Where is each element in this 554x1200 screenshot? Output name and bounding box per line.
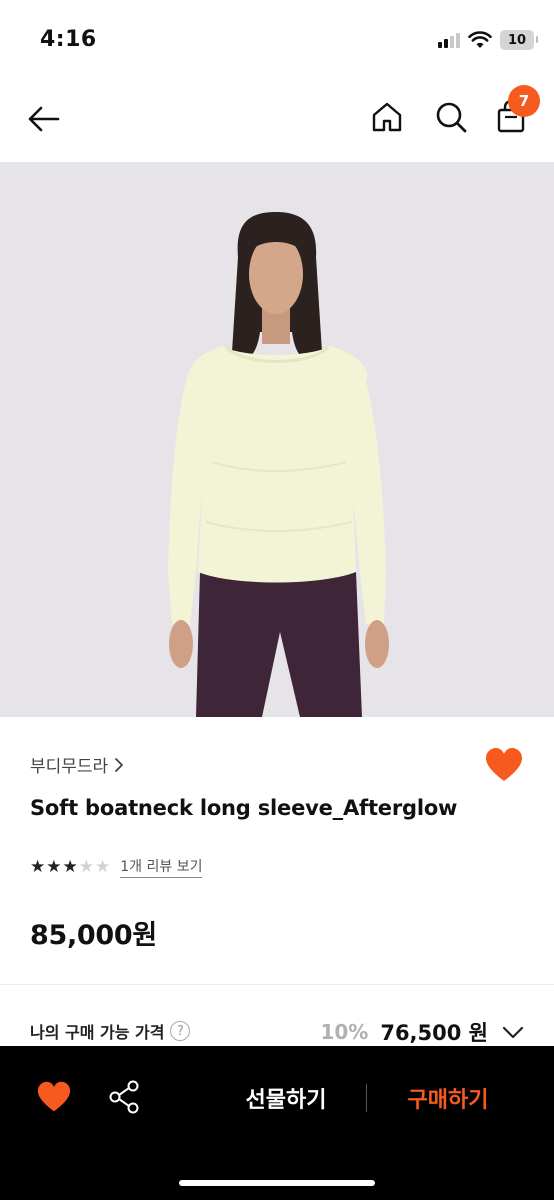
my-price-label: 나의 구매 가능 가격 ?: [30, 1019, 191, 1043]
discount-rate: 10%: [320, 1020, 369, 1044]
back-arrow-icon[interactable]: [24, 98, 66, 140]
wifi-icon: [468, 31, 492, 48]
question-icon[interactable]: ?: [170, 1021, 191, 1041]
status-bar: 4:16 10: [0, 0, 554, 80]
brand-link[interactable]: 부디무드라: [30, 752, 124, 777]
star-filled-icon: ★: [46, 857, 62, 877]
star-empty-icon: ★: [78, 857, 94, 877]
my-price-summary[interactable]: 10% 76,500 원: [320, 1017, 526, 1047]
star-filled-icon: ★: [62, 857, 78, 877]
chevron-right-icon: [115, 757, 124, 772]
share-icon[interactable]: [106, 1079, 142, 1115]
product-title: Soft boatneck long sleeve_Afterglow: [30, 796, 458, 820]
top-nav: [0, 80, 554, 162]
review-link[interactable]: 1개 리뷰 보기: [120, 856, 203, 878]
bottom-action-bar: 선물하기 구매하기: [0, 1046, 554, 1200]
gift-button[interactable]: 선물하기: [226, 1082, 346, 1114]
cart-count-badge: 7: [508, 85, 540, 117]
status-icons: 10: [438, 30, 538, 50]
star-empty-icon: ★: [95, 857, 111, 877]
discounted-price: 76,500 원: [380, 1021, 488, 1045]
status-time: 4:16: [40, 27, 97, 52]
product-price: 85,000원: [30, 920, 157, 951]
brand-name: 부디무드라: [30, 757, 109, 777]
home-icon[interactable]: [366, 96, 408, 138]
my-price-label-text: 나의 구매 가능 가격: [30, 1023, 165, 1042]
chevron-down-icon[interactable]: [500, 1019, 526, 1045]
wishlist-heart-icon[interactable]: [36, 1080, 72, 1114]
star-filled-icon: ★: [30, 857, 46, 877]
search-icon[interactable]: [430, 96, 472, 138]
rating: ★ ★ ★ ★ ★ 1개 리뷰 보기: [30, 856, 203, 878]
battery-level: 10: [507, 32, 527, 48]
separator: [366, 1084, 367, 1112]
divider: [0, 984, 554, 985]
model-photo: [0, 162, 554, 717]
wishlist-heart-icon[interactable]: [484, 746, 524, 786]
buy-button[interactable]: 구매하기: [390, 1082, 506, 1114]
home-indicator: [179, 1180, 375, 1186]
rating-stars: ★ ★ ★ ★ ★: [30, 857, 110, 877]
cellular-signal-icon: [438, 32, 460, 48]
battery-icon: 10: [500, 30, 538, 50]
product-image[interactable]: [0, 162, 554, 717]
